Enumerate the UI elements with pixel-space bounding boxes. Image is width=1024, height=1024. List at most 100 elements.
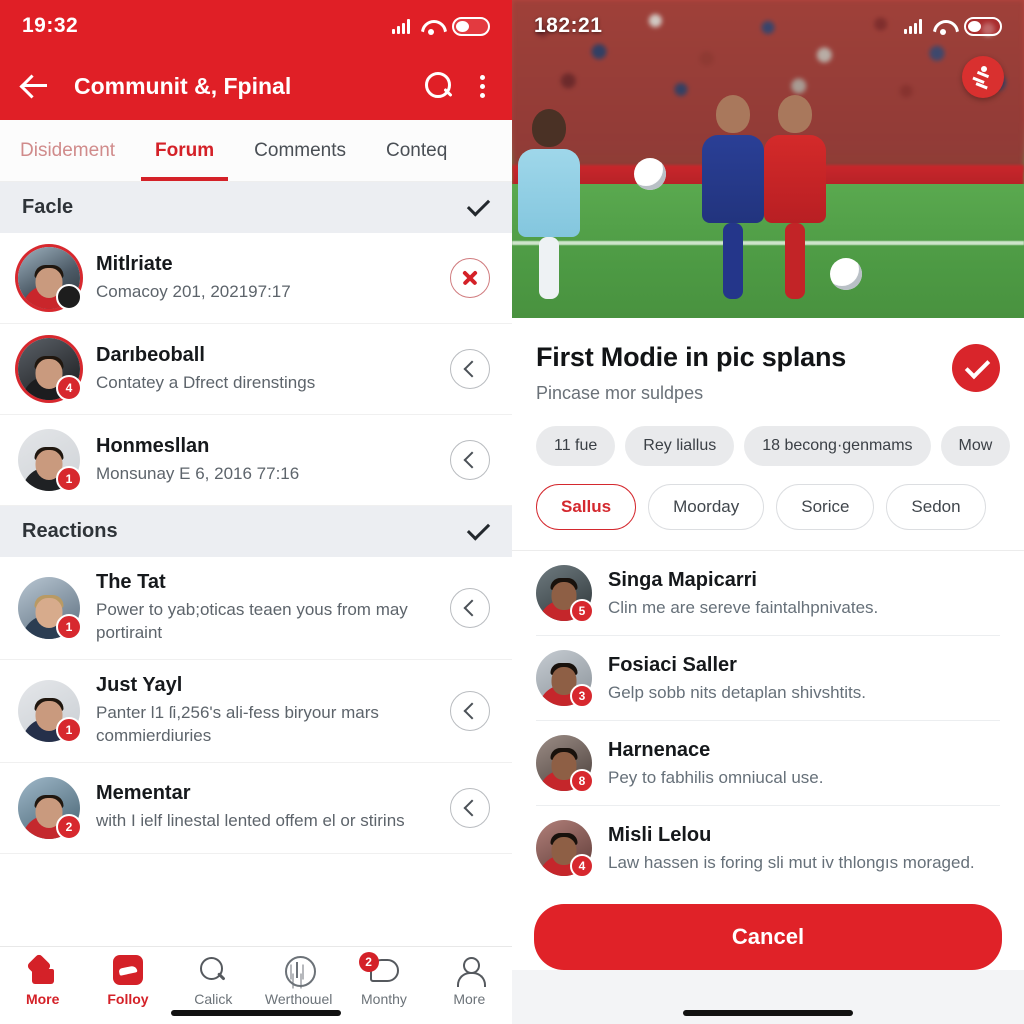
- row-text: The Tat Power to yab;oticas teaen yous f…: [96, 571, 434, 645]
- section-header-facle: Facle: [0, 182, 512, 233]
- check-icon[interactable]: [466, 201, 490, 215]
- left-phone-panel: 19:32 Communit &, Fpinal Disidement Foru…: [0, 0, 512, 1024]
- avatar: 2: [18, 776, 82, 840]
- row-title: The Tat: [96, 571, 166, 593]
- nav-item-folloy[interactable]: Folloy: [85, 955, 170, 1007]
- filter-pill-row: Sallus Moorday Sorice Sedon: [512, 466, 1024, 551]
- check-circle-icon[interactable]: [952, 344, 1000, 392]
- nav-item-calick[interactable]: Calick: [171, 955, 256, 1007]
- avatar: 3: [536, 650, 594, 708]
- avatar: 1: [18, 576, 82, 640]
- tag-chip[interactable]: 18 becong·genmams: [744, 426, 931, 466]
- badge: 5: [570, 599, 594, 623]
- person-icon: [454, 955, 487, 987]
- back-arrow-icon[interactable]: [18, 69, 52, 103]
- row-subtitle: Comacoy 201, 202197:17: [96, 281, 291, 301]
- runner-icon[interactable]: [962, 56, 1004, 98]
- avatar: 1: [18, 429, 82, 492]
- tab-comments[interactable]: Comments: [234, 120, 366, 181]
- filter-pill-moorday[interactable]: Moorday: [648, 484, 765, 530]
- tab-bar: Disidement Forum Comments Conteq: [0, 120, 512, 182]
- cancel-button-container: Cancel: [512, 890, 1024, 970]
- chevron-left-icon[interactable]: [450, 787, 490, 828]
- table-row[interactable]: 1 Just Yayl Panter l1 ſi,256's ali-fess …: [0, 659, 512, 763]
- status-time: 19:32: [22, 14, 79, 37]
- dual-phone-screenshot: 19:32 Communit &, Fpinal Disidement Foru…: [0, 0, 1024, 1024]
- badge: 4: [56, 375, 82, 401]
- list-item-title: Singa Mapicarri: [608, 568, 757, 591]
- feed-tile-icon: [112, 955, 143, 985]
- tab-forum[interactable]: Forum: [135, 120, 234, 181]
- page-title: Communit &, Fpinal: [74, 72, 292, 99]
- status-bar: 182:21: [512, 0, 1024, 52]
- chevron-left-icon[interactable]: [450, 587, 490, 628]
- avatar: 4: [536, 820, 594, 878]
- list-item-title: Fosiaci Saller: [608, 653, 737, 676]
- section-title: Facle: [22, 196, 74, 218]
- filter-pill-sorice[interactable]: Sorice: [776, 484, 875, 530]
- signal-bars-icon: [904, 18, 922, 34]
- row-text: Just Yayl Panter l1 ſi,256's ali-fess bi…: [96, 674, 434, 748]
- soccer-ball-icon: [634, 158, 666, 190]
- list-item[interactable]: 5 Singa Mapicarri Clin me are sereve fai…: [536, 551, 1000, 635]
- result-list[interactable]: 5 Singa Mapicarri Clin me are sereve fai…: [512, 551, 1024, 890]
- nav-label: Folloy: [107, 991, 149, 1007]
- tag-chip[interactable]: Rey liallus: [625, 426, 735, 466]
- list-item-text: Misli Lelou Law hassen is foring sli mut…: [608, 824, 1000, 873]
- sheet-subtitle: Pincase mor suldpes: [536, 383, 704, 403]
- table-row[interactable]: 1 The Tat Power to yab;oticas teaen yous…: [0, 557, 512, 660]
- tab-disidement[interactable]: Disidement: [0, 120, 135, 181]
- badge: 3: [570, 684, 594, 708]
- list-item-subtitle: Gelp sobb nits detaplan shivshtits.: [608, 682, 866, 702]
- row-title: Honmesllan: [96, 434, 210, 457]
- nav-label: More: [453, 991, 486, 1007]
- row-title: Mementar: [96, 782, 191, 805]
- cancel-button[interactable]: Cancel: [534, 904, 1002, 970]
- table-row[interactable]: Mitlriate Comacoy 201, 202197:17: [0, 233, 512, 324]
- nav-label: Monthy: [361, 991, 407, 1007]
- nav-item-monthy[interactable]: 2 Monthy: [341, 952, 426, 1007]
- table-row[interactable]: 2 Mementar with I ielf linestal lented o…: [0, 762, 512, 854]
- status-bar: 19:32: [0, 0, 512, 52]
- table-row[interactable]: 1 Honmesllan Monsunay E 6, 2016 77:16: [0, 415, 512, 506]
- list-item-title: Harnenace: [608, 738, 711, 761]
- badge: 8: [570, 769, 594, 793]
- list-item[interactable]: 8 Harnenace Pey to fabhilis omniucal use…: [536, 720, 1000, 805]
- table-row[interactable]: 4 Darıbeoball Contatey a Dfrect dirensti…: [0, 324, 512, 415]
- row-subtitle: Power to yab;oticas teaen yous from may …: [96, 600, 408, 642]
- chevron-left-icon[interactable]: [450, 440, 490, 480]
- soccer-ball-icon: [830, 258, 862, 290]
- row-subtitle: Monsunay E 6, 2016 77:16: [96, 463, 300, 483]
- row-text: Honmesllan Monsunay E 6, 2016 77:16: [96, 435, 434, 486]
- chevron-left-icon[interactable]: [450, 349, 490, 389]
- tag-chip[interactable]: 11 fue: [536, 426, 616, 466]
- tab-conteq[interactable]: Conteq: [366, 120, 467, 181]
- hero-image: 182:21: [512, 0, 1024, 318]
- badge: [56, 284, 82, 310]
- list-item[interactable]: 3 Fosiaci Saller Gelp sobb nits detaplan…: [536, 635, 1000, 720]
- row-subtitle: Contatey a Dfrect direnstings: [96, 372, 316, 392]
- row-subtitle: Panter l1 ſi,256's ali-fess biryour mars…: [96, 702, 379, 745]
- kebab-menu-icon[interactable]: [480, 74, 486, 98]
- battery-icon: [452, 16, 490, 36]
- row-title: Just Yayl: [96, 673, 183, 696]
- search-icon[interactable]: [422, 70, 454, 102]
- list-item[interactable]: 4 Misli Lelou Law hassen is foring sli m…: [536, 805, 1000, 890]
- filter-pill-sedon[interactable]: Sedon: [886, 484, 986, 530]
- list-item-subtitle: Law hassen is foring sli mut iv thlongıs…: [608, 852, 975, 872]
- nav-item-more-home[interactable]: More: [0, 955, 85, 1007]
- status-icons: [392, 16, 490, 36]
- chevron-left-icon[interactable]: [450, 690, 490, 731]
- forum-list[interactable]: Facle Mitlriate Comacoy 201, 202197:17 4: [0, 182, 512, 946]
- nav-item-werthowel[interactable]: Werthoɯel: [256, 955, 341, 1007]
- row-text: Mementar with I ielf linestal lented off…: [96, 782, 434, 833]
- home-indicator: [171, 1010, 341, 1016]
- tag-chip[interactable]: Mow: [940, 426, 1011, 466]
- check-icon[interactable]: [466, 525, 490, 539]
- wifi-icon: [421, 19, 441, 35]
- nav-item-more-profile[interactable]: More: [427, 955, 512, 1007]
- sheet-title: First Modie in pic splans: [536, 342, 847, 372]
- close-circle-icon[interactable]: [450, 258, 490, 298]
- filter-pill-sallus[interactable]: Sallus: [536, 484, 637, 530]
- badge: 2: [56, 813, 82, 840]
